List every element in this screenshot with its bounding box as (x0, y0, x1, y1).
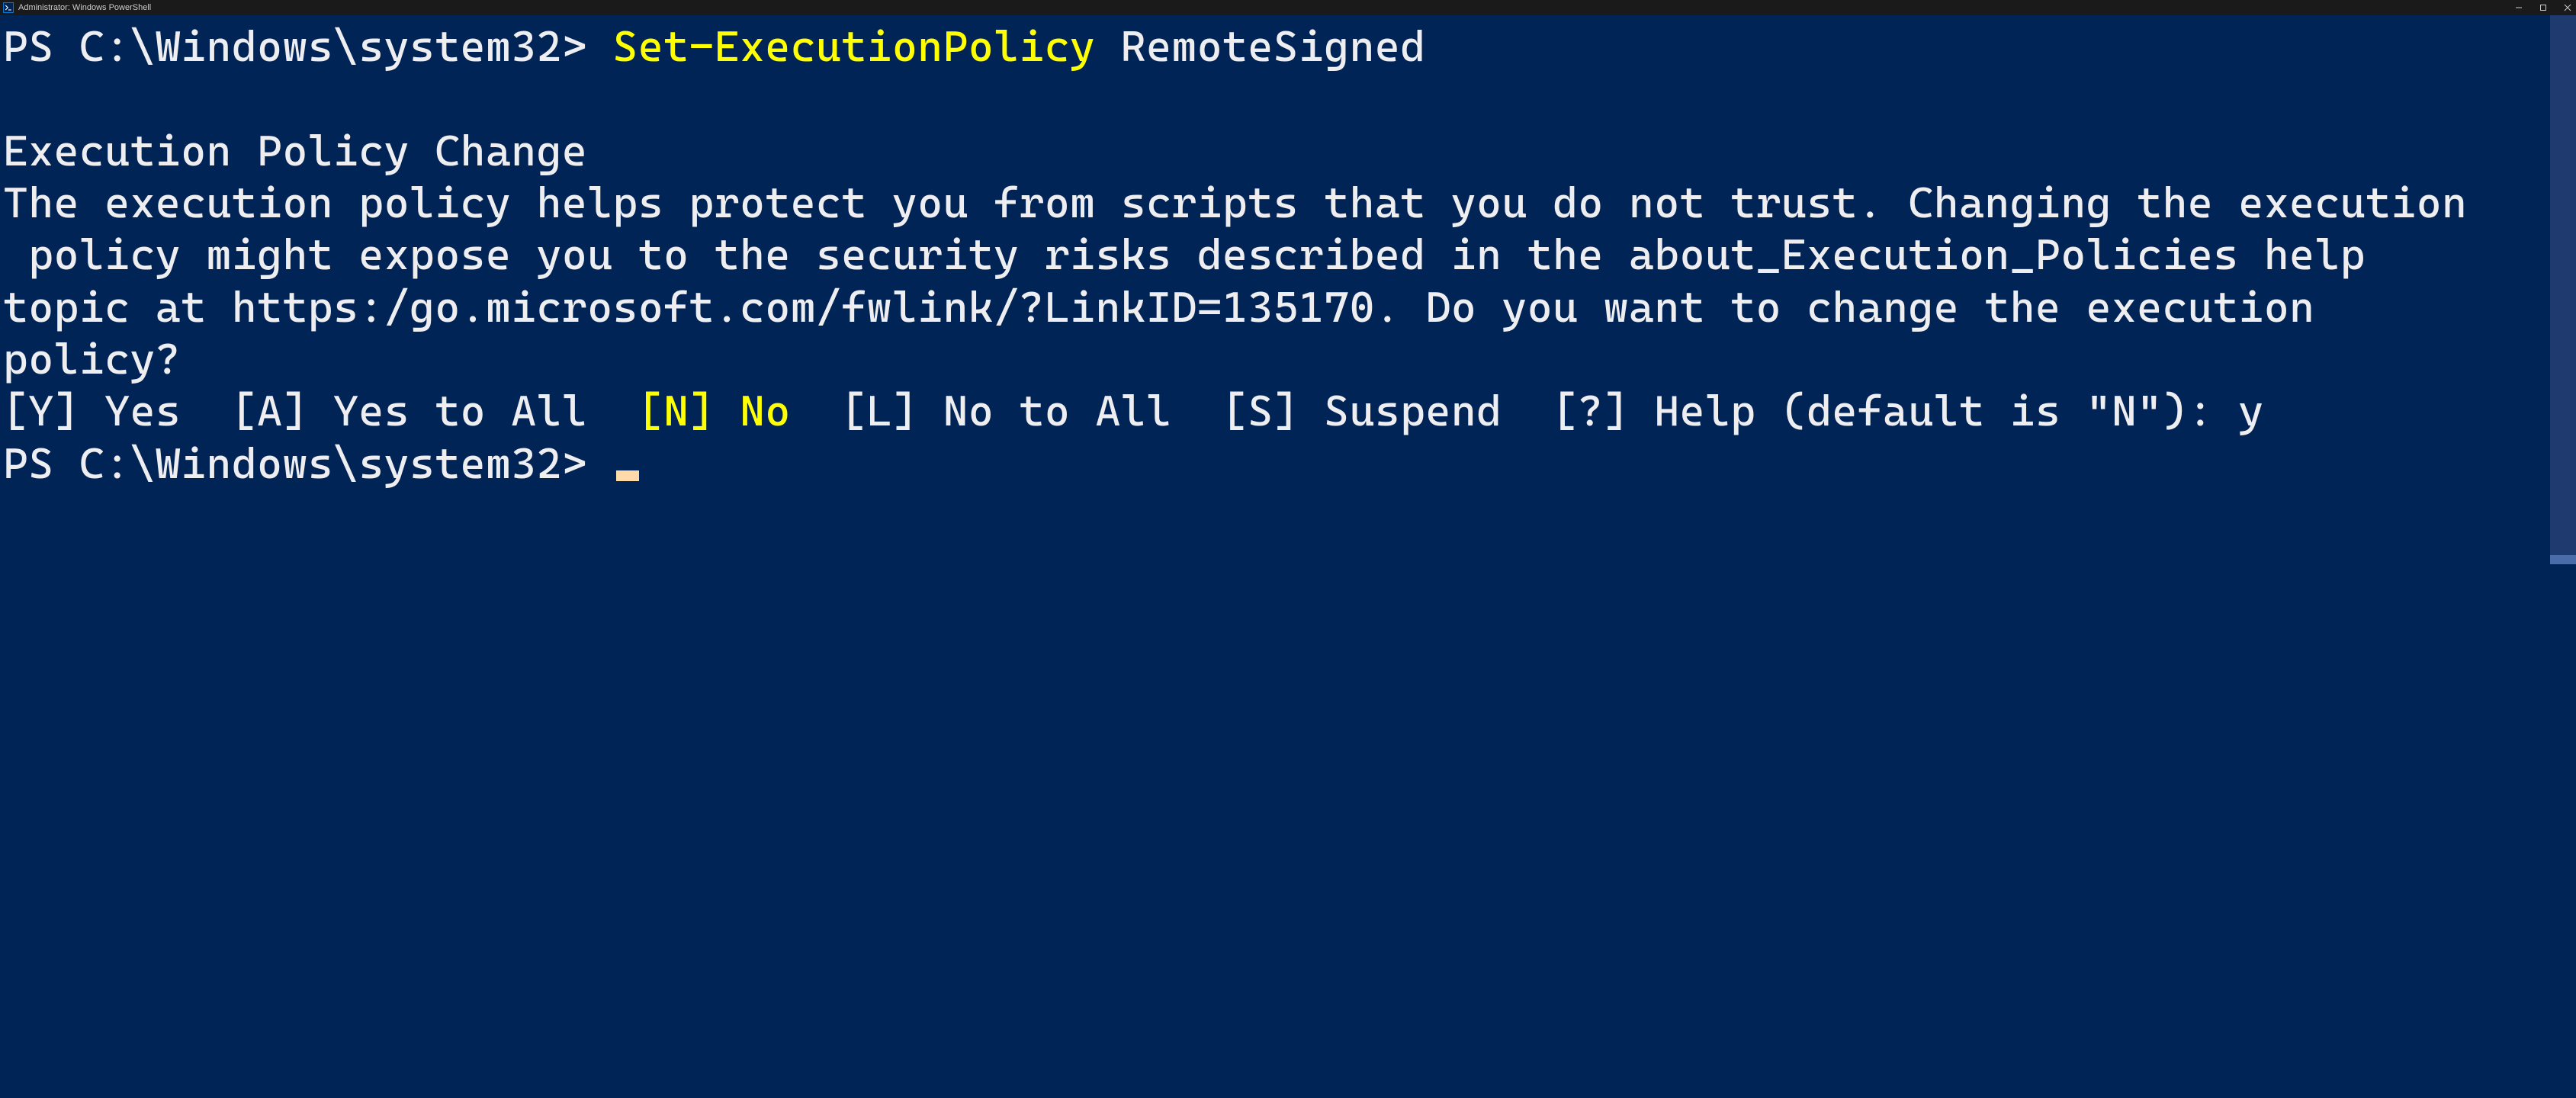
scrollbar[interactable] (2550, 15, 2576, 564)
command-arg: RemoteSigned (1121, 22, 1426, 72)
powershell-icon (3, 2, 14, 13)
minimize-button[interactable] (2513, 2, 2524, 13)
terminal-output[interactable]: PS C:\Windows\system32> Set-ExecutionPol… (0, 15, 2576, 493)
policy-change-heading: Execution Policy Change (3, 127, 587, 176)
choices-default: [N] No (638, 387, 791, 436)
cursor (616, 470, 639, 481)
blank-line (3, 74, 28, 124)
close-button[interactable] (2562, 2, 2573, 13)
scrollbar-thumb[interactable] (2550, 555, 2576, 564)
prompt-1: PS C:\Windows\system32> (3, 22, 613, 72)
titlebar-left: Administrator: Windows PowerShell (3, 2, 151, 13)
titlebar-controls (2513, 2, 2573, 13)
command-space (1095, 22, 1120, 72)
prompt-2: PS C:\Windows\system32> (3, 439, 613, 489)
policy-change-body: The execution policy helps protect you f… (3, 178, 2467, 384)
window-titlebar: Administrator: Windows PowerShell (0, 0, 2576, 15)
command-cmdlet: Set-ExecutionPolicy (613, 22, 1096, 72)
maximize-button[interactable] (2538, 2, 2549, 13)
choices-post: [L] No to All [S] Suspend [?] Help (defa… (791, 387, 2264, 436)
choices-pre: [Y] Yes [A] Yes to All (3, 387, 638, 436)
window-title: Administrator: Windows PowerShell (18, 3, 151, 12)
